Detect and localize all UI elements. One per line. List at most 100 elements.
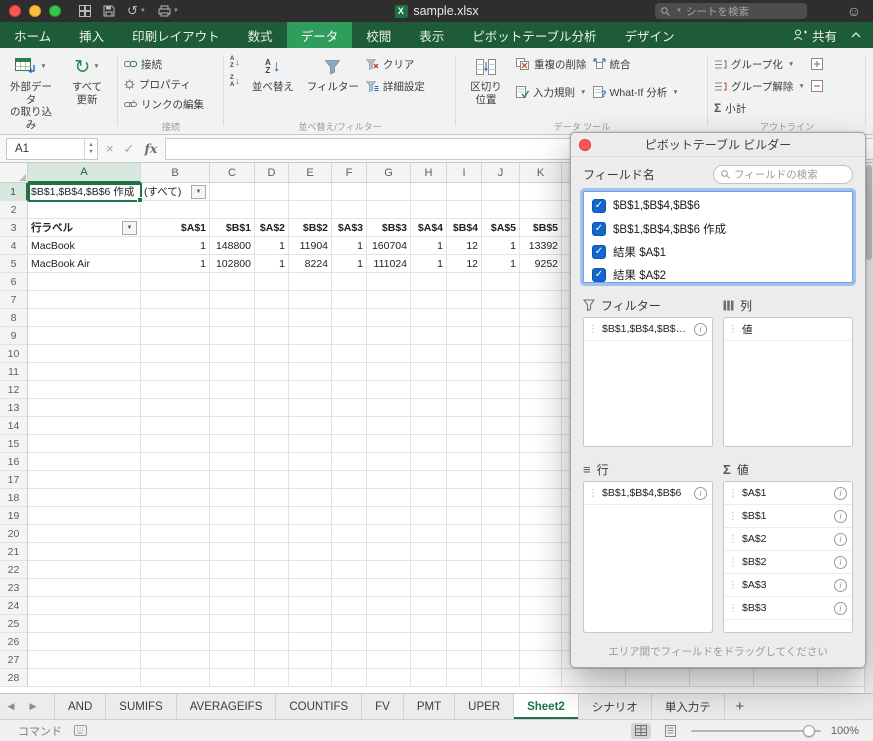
grid-cell[interactable] bbox=[141, 201, 210, 219]
row-number[interactable]: 20 bbox=[0, 525, 28, 543]
grid-cell[interactable]: 1 bbox=[255, 255, 289, 273]
grid-cell[interactable] bbox=[367, 651, 411, 669]
row-number[interactable]: 13 bbox=[0, 399, 28, 417]
grid-cell[interactable] bbox=[367, 417, 411, 435]
grid-cell[interactable] bbox=[447, 291, 482, 309]
grid-cell[interactable] bbox=[447, 597, 482, 615]
grid-cell[interactable] bbox=[255, 417, 289, 435]
grid-cell[interactable] bbox=[289, 273, 332, 291]
grid-cell[interactable] bbox=[447, 327, 482, 345]
sheet-search-field[interactable]: ▼ シートを検索 bbox=[655, 3, 807, 19]
grid-cell[interactable]: 1 bbox=[411, 255, 447, 273]
data-validation-button[interactable]: 入力規則 ▼ bbox=[516, 84, 587, 100]
column-header[interactable]: F bbox=[332, 163, 367, 183]
clear-filter-button[interactable]: クリア bbox=[365, 56, 425, 72]
grid-cell[interactable] bbox=[482, 669, 520, 687]
grid-cell[interactable] bbox=[411, 669, 447, 687]
ribbon-tab[interactable]: 校閲 bbox=[352, 22, 405, 48]
grid-cell[interactable] bbox=[28, 309, 141, 327]
grid-cell[interactable] bbox=[28, 471, 141, 489]
grid-cell[interactable]: $A$1 bbox=[141, 219, 210, 237]
grid-cell[interactable] bbox=[520, 561, 562, 579]
grid-cell[interactable]: $B$1 bbox=[210, 219, 255, 237]
grid-cell[interactable] bbox=[482, 471, 520, 489]
grid-cell[interactable] bbox=[28, 381, 141, 399]
field-checkbox[interactable]: ✓ bbox=[592, 198, 606, 213]
grid-cell[interactable] bbox=[141, 291, 210, 309]
grid-cell[interactable] bbox=[289, 561, 332, 579]
grid-cell[interactable] bbox=[520, 291, 562, 309]
grid-cell[interactable] bbox=[28, 363, 141, 381]
grid-cell[interactable] bbox=[289, 381, 332, 399]
grid-cell[interactable] bbox=[332, 183, 367, 201]
grid-cell[interactable] bbox=[447, 399, 482, 417]
field-info-icon[interactable]: i bbox=[834, 486, 847, 500]
grid-cell[interactable] bbox=[332, 327, 367, 345]
grid-cell[interactable] bbox=[447, 201, 482, 219]
grid-cell[interactable] bbox=[411, 543, 447, 561]
row-number[interactable]: 19 bbox=[0, 507, 28, 525]
subtotal-button[interactable]: Σ 小計 bbox=[714, 100, 805, 116]
edit-links-button[interactable]: リンクの編集 bbox=[124, 96, 204, 112]
grid-cell[interactable]: 行ラベル ▼ bbox=[28, 219, 141, 237]
grid-cell[interactable]: 111024 bbox=[367, 255, 411, 273]
row-number[interactable]: 10 bbox=[0, 345, 28, 363]
grid-cell[interactable] bbox=[367, 597, 411, 615]
grid-cell[interactable]: 1 bbox=[482, 255, 520, 273]
grid-cell[interactable] bbox=[141, 363, 210, 381]
grid-cell[interactable] bbox=[28, 633, 141, 651]
grid-cell[interactable] bbox=[411, 273, 447, 291]
advanced-filter-button[interactable]: 詳細設定 bbox=[365, 78, 425, 94]
grid-cell[interactable] bbox=[411, 525, 447, 543]
grid-cell[interactable] bbox=[332, 309, 367, 327]
grid-cell[interactable] bbox=[332, 597, 367, 615]
grid-cell[interactable] bbox=[255, 651, 289, 669]
row-number[interactable]: 24 bbox=[0, 597, 28, 615]
row-number[interactable]: 8 bbox=[0, 309, 28, 327]
grid-cell[interactable] bbox=[447, 525, 482, 543]
ribbon-tab[interactable]: ホーム bbox=[0, 22, 65, 48]
grid-cell[interactable] bbox=[210, 525, 255, 543]
grid-cell[interactable] bbox=[332, 669, 367, 687]
row-number[interactable]: 18 bbox=[0, 489, 28, 507]
grid-cell[interactable] bbox=[255, 561, 289, 579]
grid-cell[interactable] bbox=[255, 525, 289, 543]
grid-cell[interactable] bbox=[520, 309, 562, 327]
grid-cell[interactable] bbox=[447, 489, 482, 507]
grid-cell[interactable] bbox=[367, 615, 411, 633]
row-number[interactable]: 14 bbox=[0, 417, 28, 435]
grid-cell[interactable] bbox=[367, 327, 411, 345]
grid-cell[interactable] bbox=[367, 363, 411, 381]
sheet-tab[interactable]: UPER bbox=[455, 694, 515, 719]
grid-cell[interactable] bbox=[210, 327, 255, 345]
grid-cell[interactable] bbox=[332, 399, 367, 417]
pivot-panel-close-button[interactable] bbox=[579, 139, 591, 151]
grid-cell[interactable] bbox=[332, 291, 367, 309]
field-checkbox[interactable]: ✓ bbox=[592, 221, 606, 236]
grid-cell[interactable]: 11904 bbox=[289, 237, 332, 255]
grid-cell[interactable] bbox=[289, 399, 332, 417]
autofilter-button[interactable]: ▼ bbox=[122, 220, 137, 235]
grid-cell[interactable] bbox=[141, 345, 210, 363]
grid-cell[interactable] bbox=[141, 651, 210, 669]
grid-cell[interactable] bbox=[332, 651, 367, 669]
grid-cell[interactable] bbox=[255, 273, 289, 291]
insert-function-icon[interactable]: fx bbox=[145, 141, 158, 156]
grid-cell[interactable] bbox=[482, 579, 520, 597]
grid-cell[interactable] bbox=[141, 615, 210, 633]
grid-cell[interactable] bbox=[210, 669, 255, 687]
field-info-icon[interactable]: i bbox=[694, 322, 707, 336]
grid-cell[interactable]: 12 bbox=[447, 255, 482, 273]
grid-cell[interactable] bbox=[367, 453, 411, 471]
grid-cell[interactable] bbox=[367, 309, 411, 327]
grid-cell[interactable] bbox=[141, 417, 210, 435]
grid-cell[interactable] bbox=[367, 669, 411, 687]
grid-cell[interactable] bbox=[367, 489, 411, 507]
rows-area-box[interactable]: ⋮ $B$1,$B$4,$B$6 i bbox=[583, 481, 713, 633]
grid-cell[interactable] bbox=[28, 615, 141, 633]
grid-cell[interactable] bbox=[289, 327, 332, 345]
grid-cell[interactable] bbox=[482, 489, 520, 507]
refresh-all-button[interactable]: ↻ ▼ すべて 更新 bbox=[62, 53, 112, 106]
grid-cell[interactable] bbox=[28, 327, 141, 345]
drag-handle-icon[interactable]: ⋮ bbox=[588, 324, 598, 335]
